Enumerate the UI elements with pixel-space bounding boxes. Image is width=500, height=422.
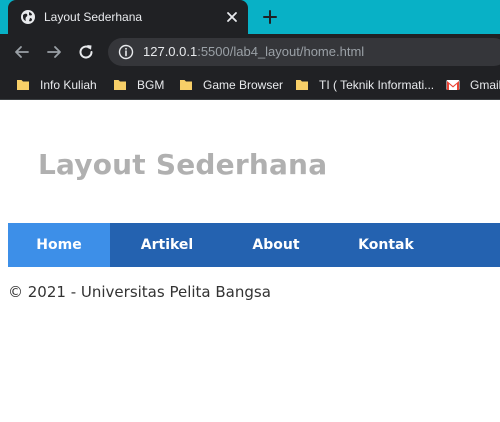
bookmarks-bar: Info Kuliah BGM Game Browser TI ( Teknik… [0,70,500,100]
bookmark-label: BGM [137,78,165,92]
main-navbar: Home Artikel About Kontak [8,223,500,267]
gmail-icon [446,80,460,90]
bookmark-label: Info Kuliah [40,78,97,92]
nav-home[interactable]: Home [8,223,110,267]
reload-icon[interactable] [76,42,96,62]
nav-kontak[interactable]: Kontak [339,223,433,267]
address-bar[interactable]: 127.0.0.1:5500/lab4_layout/home.html [108,38,500,66]
page-viewport: Layout Sederhana Home Artikel About Kont… [0,100,500,422]
new-tab-plus-icon[interactable] [261,8,279,26]
bookmark-label: Game Browser [203,78,284,92]
page-title: Layout Sederhana [38,148,328,181]
tab-strip: Layout Sederhana [0,0,500,34]
nav-artikel[interactable]: Artikel [120,223,214,267]
nav-about[interactable]: About [229,223,323,267]
bookmark-bgm[interactable]: BGM [113,76,164,94]
bookmark-game-browser[interactable]: Game Browser [179,76,283,94]
bookmark-ti[interactable]: TI ( Teknik Informati... [295,76,434,94]
url-path: :5500/lab4_layout/home.html [197,44,365,59]
folder-icon [296,80,308,90]
close-icon[interactable] [224,9,240,25]
bookmark-gmail[interactable]: Gmail [446,76,500,94]
browser-tab[interactable]: Layout Sederhana [8,0,248,34]
folder-icon [17,80,29,90]
forward-arrow-icon[interactable] [44,42,64,62]
back-arrow-icon[interactable] [12,42,32,62]
url-text: 127.0.0.1:5500/lab4_layout/home.html [143,44,364,60]
folder-icon [180,80,192,90]
bookmark-info-kuliah[interactable]: Info Kuliah [16,76,97,94]
bookmark-label: TI ( Teknik Informati... [319,78,435,92]
globe-icon [21,10,35,24]
browser-toolbar: 127.0.0.1:5500/lab4_layout/home.html [0,34,500,70]
tab-title: Layout Sederhana [44,10,143,24]
footer-text: © 2021 - Universitas Pelita Bangsa [8,283,271,301]
bookmark-label: Gmail [470,78,500,92]
info-icon[interactable] [118,44,134,60]
url-host: 127.0.0.1 [143,44,198,59]
folder-icon [114,80,126,90]
